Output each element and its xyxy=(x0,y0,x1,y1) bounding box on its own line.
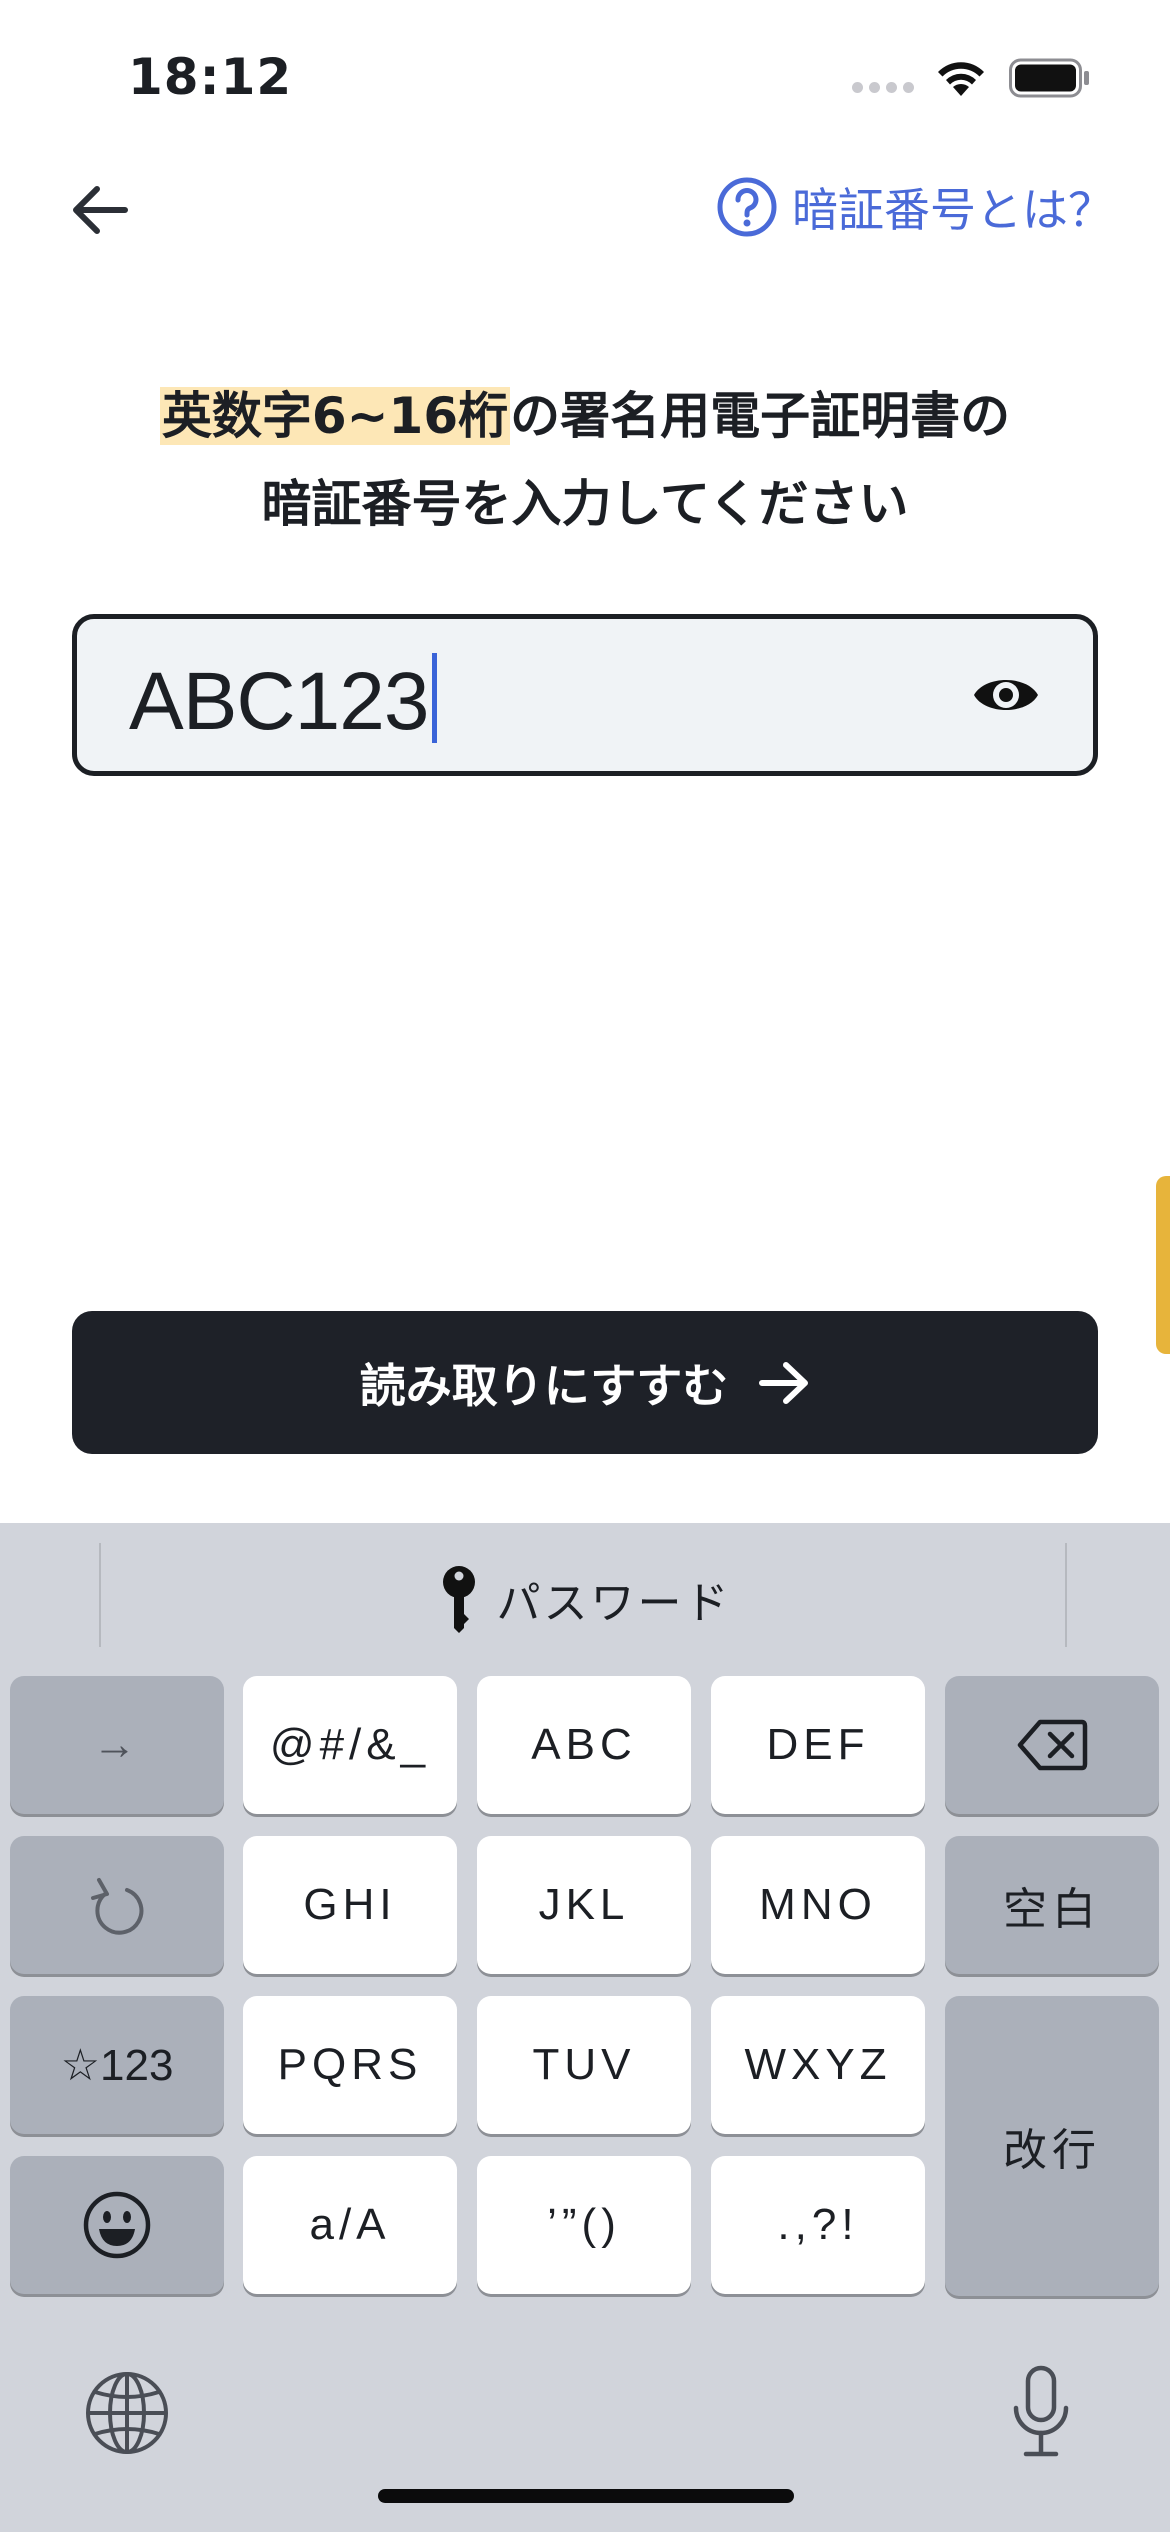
key-pqrs[interactable]: PQRS xyxy=(243,1996,457,2134)
arrow-right-icon xyxy=(759,1361,809,1404)
pin-help-label: 暗証番号とは？ xyxy=(792,183,1114,237)
pin-input-value-wrap: ABC123 xyxy=(129,653,438,749)
key-undo[interactable] xyxy=(10,1836,224,1974)
key-punct[interactable]: .,?! xyxy=(711,2156,925,2294)
pin-input-value: ABC123 xyxy=(129,656,429,747)
back-button[interactable] xyxy=(60,170,140,250)
password-suggestion-label: パスワード xyxy=(496,1578,732,1629)
key-ghi[interactable]: GHI xyxy=(243,1836,457,1974)
key-case[interactable]: a/A xyxy=(243,2156,457,2294)
key-mno[interactable]: MNO xyxy=(711,1836,925,1974)
key-space[interactable]: 空白 xyxy=(945,1836,1159,1974)
home-indicator xyxy=(378,2489,794,2503)
key-emoji[interactable] xyxy=(10,2156,224,2294)
pin-input[interactable]: ABC123 xyxy=(72,614,1098,776)
globe-icon[interactable] xyxy=(82,2368,172,2458)
pin-help-link[interactable]: 暗証番号とは？ xyxy=(716,172,1114,242)
cellular-signal-icon xyxy=(852,82,914,96)
instruction-highlight: 英数字6~16桁 xyxy=(159,387,511,445)
key-wxyz[interactable]: WXYZ xyxy=(711,1996,925,2134)
instruction-text: 英数字6~16桁の署名用電子証明書の 暗証番号を入力してください xyxy=(0,372,1170,548)
status-bar: 18:12 xyxy=(0,0,1170,150)
backspace-icon xyxy=(1017,1719,1088,1771)
wifi-icon xyxy=(938,62,984,96)
microphone-icon[interactable] xyxy=(1006,2364,1076,2460)
instruction-line1: の署名用電子証明書の xyxy=(510,387,1011,445)
key-abc[interactable]: ABC xyxy=(477,1676,691,1814)
battery-icon xyxy=(1009,58,1089,98)
key-icon xyxy=(442,1566,475,1633)
key-mode[interactable]: ☆123 xyxy=(10,1996,224,2134)
key-quotes[interactable]: ’”() xyxy=(477,2156,691,2294)
arrow-left-icon xyxy=(73,186,128,234)
eye-icon[interactable] xyxy=(971,665,1041,725)
key-return[interactable]: 改行 xyxy=(945,1996,1159,2296)
key-tuv[interactable]: TUV xyxy=(477,1996,691,2134)
proceed-to-read-button[interactable]: 読み取りにすすむ xyxy=(72,1311,1098,1454)
side-tab[interactable] xyxy=(1156,1176,1170,1354)
key-backspace[interactable] xyxy=(945,1676,1159,1814)
question-circle-icon xyxy=(717,177,777,237)
emoji-icon xyxy=(83,2191,151,2259)
instruction-line2: 暗証番号を入力してください xyxy=(261,475,909,533)
status-time: 18:12 xyxy=(128,48,293,106)
key-next[interactable]: → xyxy=(10,1676,224,1814)
key-symbols[interactable]: @#/&_ xyxy=(243,1676,457,1814)
text-caret xyxy=(432,653,438,743)
key-jkl[interactable]: JKL xyxy=(477,1836,691,1974)
password-suggestion[interactable]: パスワード xyxy=(0,1551,1170,1647)
key-def[interactable]: DEF xyxy=(711,1676,925,1814)
undo-icon xyxy=(91,1878,144,1935)
proceed-to-read-label: 読み取りにすすむ xyxy=(359,1358,729,1413)
suggestion-bar: パスワード xyxy=(0,1523,1170,1673)
